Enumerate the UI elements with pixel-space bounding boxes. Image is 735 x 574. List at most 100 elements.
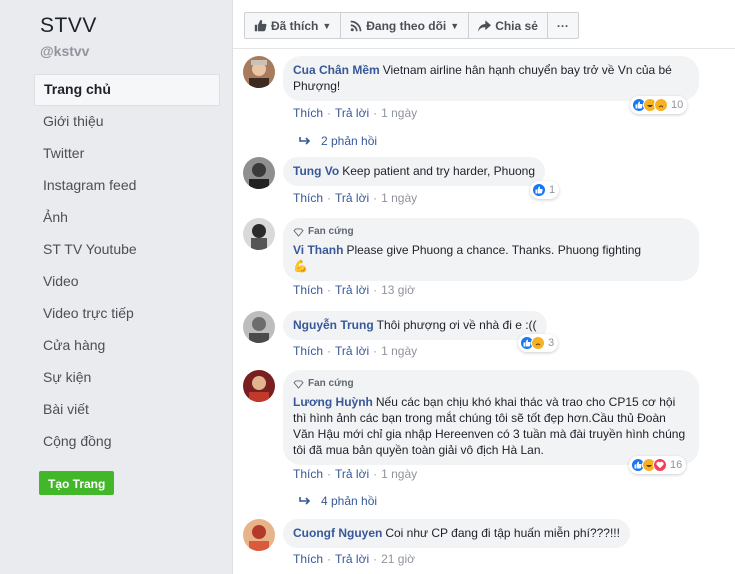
more-dots-icon: ··· bbox=[556, 18, 569, 33]
comment-text: Thôi phượng ơi về nhà đi e :(( bbox=[376, 318, 537, 332]
thumbs-up-icon bbox=[254, 19, 267, 32]
page-name[interactable]: STVV bbox=[40, 14, 97, 38]
comment-text: Coi như CP đang đi tập huấn miễn phí???!… bbox=[385, 526, 620, 540]
fan-badge-label: Fan cứng bbox=[308, 378, 354, 389]
reply-link[interactable]: Trả lời bbox=[335, 283, 369, 297]
liked-button[interactable]: Đã thích ▼ bbox=[245, 13, 342, 38]
fan-badge-label: Fan cứng bbox=[308, 226, 354, 237]
comment-time[interactable]: 1 ngày bbox=[381, 344, 417, 358]
fan-badge: Fan cứng bbox=[293, 224, 689, 240]
nav-item-twitter[interactable]: Twitter bbox=[34, 138, 220, 170]
following-button[interactable]: Đang theo dõi ▼ bbox=[341, 13, 470, 38]
nav-item-home[interactable]: Trang chủ bbox=[34, 74, 220, 106]
flexed-bicep-emoji: 💪 bbox=[293, 259, 308, 273]
comment-author[interactable]: Cua Chân Mềm bbox=[293, 63, 380, 77]
comment-bubble: Fan cứng Vi Thanh Please give Phuong a ch… bbox=[283, 218, 699, 281]
sad-reaction-icon bbox=[531, 336, 545, 350]
page-sidebar: STVV @kstvv Trang chủ Giới thiệu Twitter… bbox=[0, 0, 230, 574]
share-label: Chia sẻ bbox=[495, 18, 538, 33]
page-action-bar: Đã thích ▼ Đang theo dõi ▼ Chia sẻ ··· bbox=[244, 12, 579, 39]
comment-text: Keep patient and try harder, Phuong bbox=[342, 164, 536, 178]
comment-bubble: Fan cứng Lương Huỳnh Nếu các bạn chịu khó… bbox=[283, 370, 699, 465]
comment-bubble: Nguyễn Trung Thôi phượng ơi về nhà đi e :… bbox=[283, 311, 547, 340]
comment-meta: Thích · Trả lời · 1 ngày bbox=[293, 467, 418, 481]
like-link[interactable]: Thích bbox=[293, 344, 323, 358]
reply-arrow-icon bbox=[299, 137, 311, 145]
comment-author[interactable]: Nguyễn Trung bbox=[293, 318, 374, 332]
reaction-count: 10 bbox=[671, 99, 684, 111]
like-link[interactable]: Thích bbox=[293, 467, 323, 481]
comment-author[interactable]: Cuongf Nguyen bbox=[293, 526, 382, 540]
like-link[interactable]: Thích bbox=[293, 283, 323, 297]
nav-item-community[interactable]: Cộng đồng bbox=[34, 426, 220, 458]
like-reaction-icon bbox=[532, 183, 546, 197]
avatar[interactable] bbox=[243, 218, 275, 250]
diamond-icon bbox=[293, 379, 304, 389]
sad-reaction-icon bbox=[654, 98, 668, 112]
nav-item-shop[interactable]: Cửa hàng bbox=[34, 330, 220, 362]
comment-bubble: Tung Vo Keep patient and try harder, Phuo… bbox=[283, 157, 546, 186]
comment-meta: Thích · Trả lời · 1 ngày bbox=[293, 191, 418, 205]
following-label: Đang theo dõi bbox=[366, 18, 447, 33]
rss-icon bbox=[350, 20, 362, 31]
fan-badge: Fan cứng bbox=[293, 376, 689, 392]
divider bbox=[233, 48, 735, 49]
reaction-count: 3 bbox=[548, 337, 555, 349]
share-arrow-icon bbox=[478, 19, 492, 32]
replies-count: 4 phản hồi bbox=[321, 494, 378, 508]
more-options-button[interactable]: ··· bbox=[548, 13, 578, 38]
avatar[interactable] bbox=[243, 157, 275, 189]
nav-item-events[interactable]: Sự kiện bbox=[34, 362, 220, 394]
comment-author[interactable]: Vi Thanh bbox=[293, 243, 343, 257]
nav-item-photos[interactable]: Ảnh bbox=[34, 202, 220, 234]
nav-item-about[interactable]: Giới thiệu bbox=[34, 106, 220, 138]
like-link[interactable]: Thích bbox=[293, 106, 323, 120]
reply-link[interactable]: Trả lời bbox=[335, 191, 369, 205]
reaction-summary[interactable]: 3 bbox=[518, 334, 559, 352]
main-panel: Đã thích ▼ Đang theo dõi ▼ Chia sẻ ··· C… bbox=[232, 0, 735, 574]
avatar[interactable] bbox=[243, 56, 275, 88]
comment-meta: Thích · Trả lời · 13 giờ bbox=[293, 283, 415, 297]
avatar[interactable] bbox=[243, 519, 275, 551]
like-link[interactable]: Thích bbox=[293, 552, 323, 566]
replies-count: 2 phản hồi bbox=[321, 134, 378, 148]
like-link[interactable]: Thích bbox=[293, 191, 323, 205]
comment-time[interactable]: 1 ngày bbox=[381, 106, 417, 120]
comment-meta: Thích · Trả lời · 1 ngày bbox=[293, 106, 418, 120]
reply-link[interactable]: Trả lời bbox=[335, 344, 369, 358]
comment-time[interactable]: 1 ngày bbox=[381, 191, 417, 205]
share-button[interactable]: Chia sẻ bbox=[469, 13, 548, 38]
reaction-summary[interactable]: 16 bbox=[629, 456, 687, 474]
nav-item-instagram[interactable]: Instagram feed bbox=[34, 170, 220, 202]
nav-item-live-videos[interactable]: Video trực tiếp bbox=[34, 298, 220, 330]
view-replies-link[interactable]: 2 phản hồi bbox=[299, 134, 377, 148]
view-replies-link[interactable]: 4 phản hồi bbox=[299, 494, 377, 508]
reaction-summary[interactable]: 10 bbox=[630, 96, 688, 114]
chevron-down-icon: ▼ bbox=[322, 20, 332, 31]
nav-item-youtube[interactable]: ST TV Youtube bbox=[34, 234, 220, 266]
nav-item-posts[interactable]: Bài viết bbox=[34, 394, 220, 426]
nav-item-videos[interactable]: Video bbox=[34, 266, 220, 298]
comment-bubble: Cuongf Nguyen Coi như CP đang đi tập huấn… bbox=[283, 519, 630, 548]
comment-meta: Thích · Trả lời · 21 giờ bbox=[293, 552, 415, 566]
comment-time[interactable]: 13 giờ bbox=[381, 283, 415, 297]
reaction-count: 16 bbox=[670, 459, 683, 471]
avatar[interactable] bbox=[243, 370, 275, 402]
comment-time[interactable]: 1 ngày bbox=[381, 467, 417, 481]
comment-meta: Thích · Trả lời · 1 ngày bbox=[293, 344, 418, 358]
comment-author[interactable]: Lương Huỳnh bbox=[293, 395, 373, 409]
page-handle[interactable]: @kstvv bbox=[40, 43, 89, 59]
love-reaction-icon bbox=[653, 458, 667, 472]
reply-arrow-icon bbox=[299, 497, 311, 505]
liked-label: Đã thích bbox=[271, 18, 319, 33]
create-page-button[interactable]: Tạo Trang bbox=[39, 471, 115, 495]
comment-bubble: Cua Chân Mềm Vietnam airline hân hạnh chu… bbox=[283, 56, 699, 101]
page-nav: Trang chủ Giới thiệu Twitter Instagram f… bbox=[34, 74, 220, 458]
reply-link[interactable]: Trả lời bbox=[335, 552, 369, 566]
comment-author[interactable]: Tung Vo bbox=[293, 164, 339, 178]
reply-link[interactable]: Trả lời bbox=[335, 467, 369, 481]
reply-link[interactable]: Trả lời bbox=[335, 106, 369, 120]
comment-time[interactable]: 21 giờ bbox=[381, 552, 415, 566]
reaction-summary[interactable]: 1 bbox=[530, 181, 560, 199]
avatar[interactable] bbox=[243, 311, 275, 343]
